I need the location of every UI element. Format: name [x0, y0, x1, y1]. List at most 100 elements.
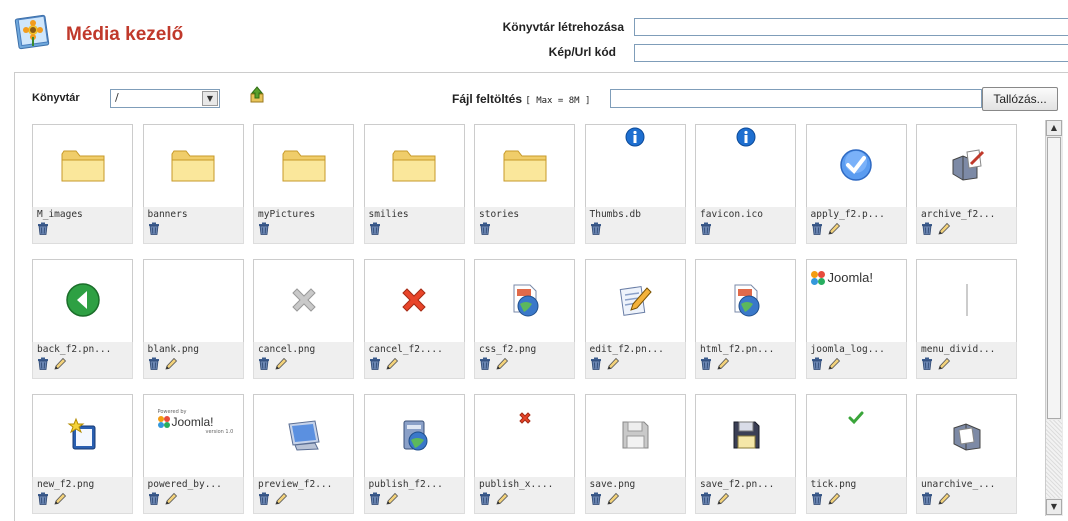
file-tile[interactable]: tick.png [806, 394, 907, 514]
delete-icon[interactable] [479, 492, 491, 506]
delete-icon[interactable] [811, 357, 823, 371]
file-tile[interactable]: Joomla!joomla_log... [806, 259, 907, 379]
file-thumbnail[interactable] [253, 394, 354, 478]
scrollbar-thumb[interactable] [1047, 137, 1061, 419]
delete-icon[interactable] [37, 222, 49, 236]
file-thumbnail[interactable]: Powered byJoomla!version 1.0 [143, 394, 244, 478]
create-directory-input[interactable] [634, 18, 1068, 36]
file-thumbnail[interactable] [806, 394, 907, 478]
edit-pencil-icon[interactable] [937, 222, 951, 236]
delete-icon[interactable] [37, 357, 49, 371]
edit-pencil-icon[interactable] [274, 492, 288, 506]
delete-icon[interactable] [479, 222, 491, 236]
scroll-down-icon[interactable]: ▼ [1046, 499, 1062, 515]
file-tile[interactable]: publish_f2... [364, 394, 465, 514]
delete-icon[interactable] [921, 492, 933, 506]
file-thumbnail[interactable] [916, 394, 1017, 478]
delete-icon[interactable] [148, 222, 160, 236]
delete-icon[interactable] [811, 492, 823, 506]
edit-pencil-icon[interactable] [164, 357, 178, 371]
file-thumbnail[interactable] [32, 394, 133, 478]
edit-pencil-icon[interactable] [827, 492, 841, 506]
file-tile[interactable]: banners [143, 124, 244, 244]
image-url-code-input[interactable] [634, 44, 1068, 62]
delete-icon[interactable] [811, 222, 823, 236]
edit-pencil-icon[interactable] [385, 492, 399, 506]
delete-icon[interactable] [590, 357, 602, 371]
file-tile[interactable]: cancel_f2.... [364, 259, 465, 379]
edit-pencil-icon[interactable] [164, 492, 178, 506]
delete-icon[interactable] [700, 357, 712, 371]
file-thumbnail[interactable] [143, 124, 244, 208]
upload-file-input[interactable] [610, 89, 982, 108]
delete-icon[interactable] [148, 492, 160, 506]
file-thumbnail[interactable] [585, 124, 686, 208]
directory-select[interactable]: / ▼ [110, 89, 220, 108]
file-tile[interactable]: save_f2.pn... [695, 394, 796, 514]
edit-pencil-icon[interactable] [937, 357, 951, 371]
file-tile[interactable]: Powered byJoomla!version 1.0powered_by..… [143, 394, 244, 514]
edit-pencil-icon[interactable] [53, 492, 67, 506]
file-tile[interactable]: Thumbs.db [585, 124, 686, 244]
file-tile[interactable]: cancel.png [253, 259, 354, 379]
vertical-scrollbar[interactable]: ▲ ▼ [1045, 120, 1063, 516]
file-thumbnail[interactable] [364, 259, 465, 343]
file-thumbnail[interactable] [474, 394, 575, 478]
delete-icon[interactable] [590, 492, 602, 506]
delete-icon[interactable] [921, 222, 933, 236]
file-tile[interactable]: menu_divid... [916, 259, 1017, 379]
file-thumbnail[interactable] [585, 394, 686, 478]
edit-pencil-icon[interactable] [495, 492, 509, 506]
file-tile[interactable]: stories [474, 124, 575, 244]
file-thumbnail[interactable] [474, 259, 575, 343]
delete-icon[interactable] [700, 222, 712, 236]
file-thumbnail[interactable] [253, 259, 354, 343]
delete-icon[interactable] [590, 222, 602, 236]
file-thumbnail[interactable] [32, 124, 133, 208]
delete-icon[interactable] [921, 357, 933, 371]
file-tile[interactable]: preview_f2... [253, 394, 354, 514]
file-thumbnail[interactable] [32, 259, 133, 343]
file-tile[interactable]: html_f2.pn... [695, 259, 796, 379]
file-thumbnail[interactable]: Joomla! [806, 259, 907, 343]
file-tile[interactable]: css_f2.png [474, 259, 575, 379]
file-thumbnail[interactable] [253, 124, 354, 208]
delete-icon[interactable] [700, 492, 712, 506]
file-thumbnail[interactable] [364, 124, 465, 208]
file-thumbnail[interactable] [364, 394, 465, 478]
file-thumbnail[interactable] [695, 259, 796, 343]
delete-icon[interactable] [37, 492, 49, 506]
scrollbar-track[interactable] [1046, 420, 1062, 498]
file-tile[interactable]: smilies [364, 124, 465, 244]
file-thumbnail[interactable] [916, 124, 1017, 208]
file-tile[interactable]: save.png [585, 394, 686, 514]
edit-pencil-icon[interactable] [495, 357, 509, 371]
file-tile[interactable]: edit_f2.pn... [585, 259, 686, 379]
delete-icon[interactable] [369, 492, 381, 506]
edit-pencil-icon[interactable] [606, 357, 620, 371]
delete-icon[interactable] [258, 357, 270, 371]
file-thumbnail[interactable] [916, 259, 1017, 343]
file-tile[interactable]: publish_x.... [474, 394, 575, 514]
delete-icon[interactable] [258, 222, 270, 236]
file-thumbnail[interactable] [585, 259, 686, 343]
edit-pencil-icon[interactable] [606, 492, 620, 506]
file-tile[interactable]: myPictures [253, 124, 354, 244]
chevron-down-icon[interactable]: ▼ [202, 91, 218, 106]
file-tile[interactable]: unarchive_... [916, 394, 1017, 514]
delete-icon[interactable] [369, 222, 381, 236]
file-thumbnail[interactable] [695, 394, 796, 478]
file-tile[interactable]: blank.png [143, 259, 244, 379]
delete-icon[interactable] [479, 357, 491, 371]
edit-pencil-icon[interactable] [937, 492, 951, 506]
delete-icon[interactable] [148, 357, 160, 371]
edit-pencil-icon[interactable] [385, 357, 399, 371]
edit-pencil-icon[interactable] [716, 492, 730, 506]
file-tile[interactable]: archive_f2... [916, 124, 1017, 244]
file-thumbnail[interactable] [806, 124, 907, 208]
file-thumbnail[interactable] [474, 124, 575, 208]
folder-up-icon[interactable] [248, 86, 266, 104]
file-tile[interactable]: new_f2.png [32, 394, 133, 514]
file-tile[interactable]: back_f2.pn... [32, 259, 133, 379]
delete-icon[interactable] [369, 357, 381, 371]
